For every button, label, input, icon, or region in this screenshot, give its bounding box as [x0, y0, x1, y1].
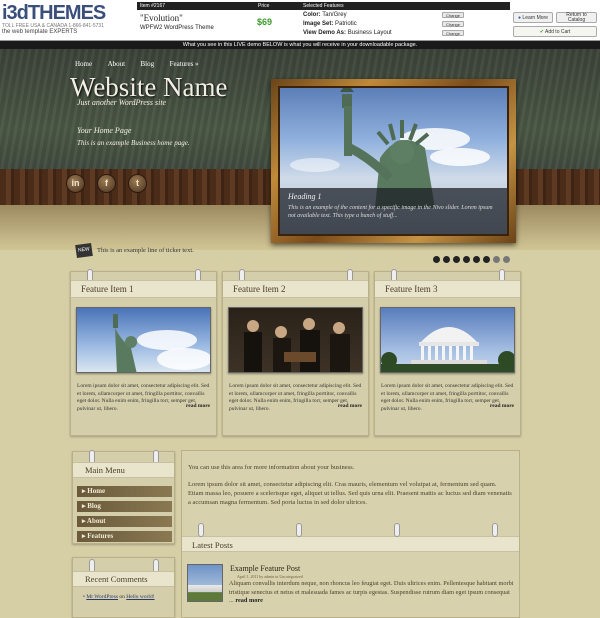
feature-image-portrait[interactable]: [228, 307, 363, 373]
item-header: Item #2167: [137, 2, 255, 10]
post-read-more[interactable]: read more: [235, 597, 263, 604]
change-imageset-button[interactable]: Change: [442, 21, 464, 27]
recent-comments-widget: Recent Comments • Mr WordPress on Hello …: [72, 557, 175, 618]
nav-about[interactable]: About: [108, 58, 126, 70]
price-value: $69: [257, 17, 273, 27]
menu-item-features[interactable]: ▸ Features: [77, 531, 172, 542]
image-slider[interactable]: Heading 1 This is an example of the cont…: [271, 79, 516, 243]
slider-dot[interactable]: [503, 256, 510, 263]
slider-text: This is an example of the content for a …: [288, 205, 493, 219]
slider-dot[interactable]: [493, 256, 500, 263]
intro-text: You can use this area for more informati…: [188, 464, 355, 471]
logo-tagline: the web template EXPERTS: [2, 29, 78, 35]
feature-read-more[interactable]: read more: [490, 403, 514, 409]
cart-icon: ✔: [539, 29, 544, 35]
feature-item-3: Feature Item 3 Lorem ipsum dolor sit ame…: [374, 269, 521, 436]
linkedin-icon[interactable]: in: [66, 174, 85, 193]
change-view-button[interactable]: Change: [442, 30, 464, 36]
latest-posts-title: Latest Posts: [192, 540, 233, 550]
site-tagline: Just another WordPress site: [77, 98, 167, 107]
feature-read-more[interactable]: read more: [186, 403, 210, 409]
features-header: Selected Features: [300, 2, 510, 10]
item-type: WPFW2 WordPress Theme: [140, 25, 214, 31]
nav-blog[interactable]: Blog: [141, 58, 155, 70]
info-icon: ●: [518, 15, 522, 21]
price-header: Price: [255, 2, 300, 10]
feature-title[interactable]: Feature Item 3: [375, 280, 520, 298]
menu-item-blog[interactable]: ▸ Blog: [77, 501, 172, 512]
feature-image-liberty[interactable]: [76, 307, 211, 373]
slider-dot[interactable]: [473, 256, 480, 263]
change-color-button[interactable]: Change: [442, 12, 464, 18]
twitter-icon[interactable]: t: [128, 174, 147, 193]
comment-post-link[interactable]: Hello world!: [126, 594, 154, 600]
item-name: "Evolution": [140, 13, 183, 23]
comment-author-link[interactable]: Mr WordPress: [86, 594, 118, 600]
slider-heading: Heading 1: [288, 192, 322, 201]
feature-title[interactable]: Feature Item 1: [71, 280, 216, 298]
color-row: Color: Tan/Grey: [303, 12, 347, 18]
feature-item-2: Feature Item 2 Lorem ipsum dolor sit ame…: [222, 269, 369, 436]
intro-paragraph: Lorem ipsum dolor sit amet, consectetur …: [188, 481, 512, 506]
post-thumbnail[interactable]: [187, 564, 223, 602]
home-page-desc: This is an example Business home page.: [77, 139, 190, 147]
main-menu-title: Main Menu: [73, 462, 174, 478]
recent-comment-item: • Mr WordPress on Hello world!: [83, 594, 155, 600]
i3dthemes-logo[interactable]: i3dTHEMES TOLL FREE USA & CANADA 1-866-8…: [2, 3, 132, 37]
slider-dot[interactable]: [453, 256, 460, 263]
post-meta: April 1, 2011 by admin in Uncategorized: [237, 574, 303, 579]
slider-pagination: [433, 250, 513, 268]
facebook-icon[interactable]: f: [97, 174, 116, 193]
slider-caption: Heading 1 This is an example of the cont…: [280, 188, 507, 234]
main-content: You can use this area for more informati…: [181, 450, 520, 618]
demo-info-bar: What you see in this LIVE demo BELOW is …: [0, 41, 600, 49]
home-page-title: Your Home Page: [77, 126, 132, 135]
news-icon: NEW: [75, 242, 93, 259]
main-nav: Home About Blog Features »: [75, 53, 210, 68]
post-excerpt: Aliquam convallis interdum neque, non rh…: [229, 580, 514, 604]
imageset-row: Image Set: Patriotic: [303, 21, 357, 27]
feature-read-more[interactable]: read more: [338, 403, 362, 409]
learn-more-button[interactable]: ● Learn More: [513, 12, 553, 23]
slider-dot[interactable]: [463, 256, 470, 263]
slider-dot[interactable]: [433, 256, 440, 263]
feature-item-1: Feature Item 1 Lorem ipsum dolor sit ame…: [70, 269, 217, 436]
feature-image-memorial[interactable]: [380, 307, 515, 373]
add-to-cart-button[interactable]: ✔ Add to Cart: [513, 26, 597, 37]
return-catalog-button[interactable]: Return to Catalog: [556, 12, 597, 23]
menu-item-about[interactable]: ▸ About: [77, 516, 172, 527]
nav-features[interactable]: Features »: [170, 58, 199, 70]
slider-dot[interactable]: [483, 256, 490, 263]
post-title[interactable]: Example Feature Post: [230, 564, 300, 573]
vendor-bar: i3dTHEMES TOLL FREE USA & CANADA 1-866-8…: [0, 0, 600, 41]
viewdemo-row: View Demo As: Business Layout: [303, 30, 392, 36]
nav-home[interactable]: Home: [75, 58, 92, 70]
menu-item-home[interactable]: ▸ Home: [77, 486, 172, 497]
main-menu-widget: Main Menu ▸ Home ▸ Blog ▸ About ▸ Featur…: [72, 450, 175, 544]
recent-comments-title: Recent Comments: [73, 571, 174, 587]
ticker-text: This is an example line of ticker text.: [97, 247, 194, 254]
feature-title[interactable]: Feature Item 2: [223, 280, 368, 298]
slider-dot[interactable]: [443, 256, 450, 263]
